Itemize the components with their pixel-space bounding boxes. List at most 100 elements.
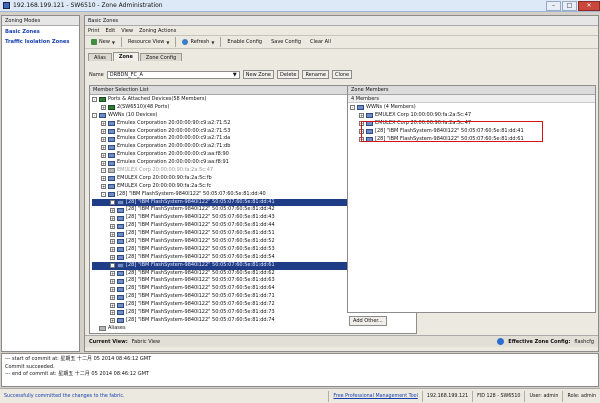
log-line: --- end of commit at: 星期五 十二月 05 2014 08… — [5, 371, 149, 377]
basic-zones-panel: Basic Zones Print Edit View Zoning Actio… — [84, 15, 599, 352]
free-tool-link[interactable]: Free Professional Management Tool — [328, 390, 422, 402]
device-icon — [108, 121, 115, 127]
zone-members-panel: Zone Members 4 Members - WWNs (4 Members)… — [347, 85, 596, 313]
save-config-button[interactable]: Save Config — [268, 37, 304, 47]
resource-view-label: Resource View — [127, 39, 165, 45]
expand-icon[interactable]: + — [110, 286, 115, 292]
expand-icon[interactable]: + — [101, 160, 106, 166]
expand-icon[interactable]: + — [110, 215, 115, 221]
zoning-mode-traffic-isolation[interactable]: Traffic Isolation Zones — [2, 36, 79, 46]
new-label: New — [99, 39, 110, 45]
device-icon — [108, 160, 115, 166]
expand-icon[interactable]: + — [110, 231, 115, 237]
device-icon — [108, 129, 115, 134]
expand-icon[interactable]: + — [110, 271, 115, 277]
tab-zone-config[interactable]: Zone Config — [139, 53, 183, 61]
expand-icon[interactable]: + — [110, 200, 115, 206]
toolbar: New ▼ Resource View ▼ Refresh ▼ Enable Conf… — [85, 35, 598, 49]
expand-icon[interactable]: + — [110, 310, 115, 316]
zoning-mode-basic-zones[interactable]: Basic Zones — [2, 26, 79, 36]
tree-row-label: Ports & Attached Devices(58 Members) — [108, 96, 207, 102]
expand-icon[interactable]: + — [110, 223, 115, 229]
new-button[interactable]: New ▼ — [88, 37, 118, 47]
tab-alias[interactable]: Alias — [88, 53, 112, 61]
expand-icon[interactable]: + — [110, 239, 115, 245]
collapse-icon[interactable]: - — [350, 105, 355, 111]
device-icon — [117, 223, 124, 229]
tree-row[interactable]: - WWNs (4 Members) — [350, 104, 593, 112]
enable-config-button[interactable]: Enable Config — [224, 37, 265, 47]
device-icon — [108, 136, 115, 142]
zone-name-select[interactable]: DRBDN_FC_A ▼ — [106, 70, 240, 79]
device-icon — [357, 105, 364, 111]
tab-zone[interactable]: Zone — [112, 52, 139, 61]
refresh-button[interactable]: Refresh ▼ — [179, 37, 217, 47]
tree-row-label: [28] "IBM FlashSystem-9840l122" 50:05:07… — [126, 238, 275, 245]
view-bar: Current View: Fabric View Effective Zone… — [85, 335, 598, 347]
menu-print[interactable]: Print — [88, 28, 100, 34]
expand-icon[interactable]: + — [101, 144, 106, 150]
window-title: 192.168.199.121 - SW6510 - Zone Administ… — [13, 2, 163, 9]
app-icon — [3, 2, 10, 9]
device-icon — [99, 113, 106, 119]
chevron-down-icon: ▼ — [111, 39, 115, 45]
expand-icon[interactable]: + — [110, 278, 115, 284]
tree-row-label: [28] "IBM FlashSystem-9840l122" 50:05:07… — [126, 214, 275, 221]
zoning-modes-header: Zoning Modes — [2, 16, 79, 26]
clear-all-button[interactable]: Clear All — [307, 37, 334, 47]
expand-icon[interactable]: + — [101, 121, 106, 127]
device-icon — [117, 207, 124, 213]
zoning-modes-panel: Zoning Modes Basic Zones Traffic Isolati… — [1, 15, 80, 352]
expand-icon[interactable]: + — [110, 247, 115, 253]
rename-button[interactable]: Rename — [302, 70, 329, 79]
status-user: User: admin — [524, 390, 562, 402]
tree-row-label: Emulex Corporation 20:00:00:00:c9:a2:71:… — [117, 127, 231, 134]
expand-icon[interactable]: + — [101, 152, 106, 158]
tree-row-label: EMULEX Corp 10:00:00:90:fa:2a:5c:47 — [375, 111, 472, 118]
menu-zoning-actions[interactable]: Zoning Actions — [139, 28, 176, 34]
refresh-icon — [182, 39, 189, 45]
collapse-icon[interactable]: - — [101, 192, 106, 198]
delete-button[interactable]: Delete — [277, 70, 300, 79]
expand-icon[interactable]: + — [110, 207, 115, 213]
expand-icon[interactable]: + — [110, 255, 115, 261]
expand-icon[interactable]: + — [110, 318, 115, 324]
tree-row-label: [28] "IBM FlashSystem-9840l122" 50:05:07… — [126, 253, 275, 260]
commit-log: --- start of commit at: 星期五 十二月 05 2014 … — [1, 353, 599, 387]
expand-icon[interactable]: + — [110, 294, 115, 300]
expand-icon[interactable]: + — [359, 113, 364, 119]
tree-row-label: [28] "IBM FlashSystem-9840l122" 50:05:07… — [126, 309, 275, 316]
expand-icon[interactable]: + — [101, 129, 106, 134]
tree-row-label: 2(SW6510)(48 Ports) — [117, 103, 170, 110]
menu-edit[interactable]: Edit — [106, 28, 116, 34]
collapse-icon[interactable]: - — [92, 97, 97, 103]
expand-icon[interactable]: + — [110, 302, 115, 308]
clone-button[interactable]: Clone — [331, 70, 353, 79]
tree-row[interactable]: Aliases — [92, 325, 414, 333]
device-icon — [117, 263, 124, 269]
expand-icon[interactable]: + — [101, 105, 106, 111]
device-icon — [117, 286, 124, 292]
tree-row-label: WWNs (4 Members) — [366, 104, 416, 110]
expand-icon[interactable]: + — [110, 263, 115, 269]
expand-icon[interactable]: + — [101, 184, 106, 190]
new-zone-button[interactable]: New Zone — [242, 70, 274, 79]
add-other-button[interactable]: Add Other... — [349, 316, 387, 326]
device-icon — [117, 294, 124, 300]
tree-row-label: [28] "IBM FlashSystem-9840l122" 50:05:07… — [126, 293, 275, 300]
menu-view[interactable]: View — [121, 28, 133, 34]
minimize-button[interactable]: – — [546, 0, 561, 11]
expand-icon[interactable]: + — [101, 176, 106, 182]
refresh-label: Refresh — [190, 39, 210, 45]
device-icon — [117, 231, 124, 237]
device-icon — [108, 192, 115, 198]
tree-row-label: EMULEX Corp 20:00:00:90:fa:2a:5c:47 — [117, 167, 214, 174]
expand-icon[interactable]: + — [101, 136, 106, 142]
close-button[interactable]: ✕ — [578, 0, 600, 11]
tree-row[interactable]: + EMULEX Corp 10:00:00:90:fa:2a:5c:47 — [350, 112, 593, 120]
expand-icon[interactable]: + — [101, 168, 106, 174]
device-icon — [366, 113, 373, 119]
maximize-button[interactable]: □ — [562, 0, 577, 11]
resource-view-button[interactable]: Resource View ▼ — [125, 37, 172, 47]
collapse-icon[interactable]: - — [92, 113, 97, 119]
